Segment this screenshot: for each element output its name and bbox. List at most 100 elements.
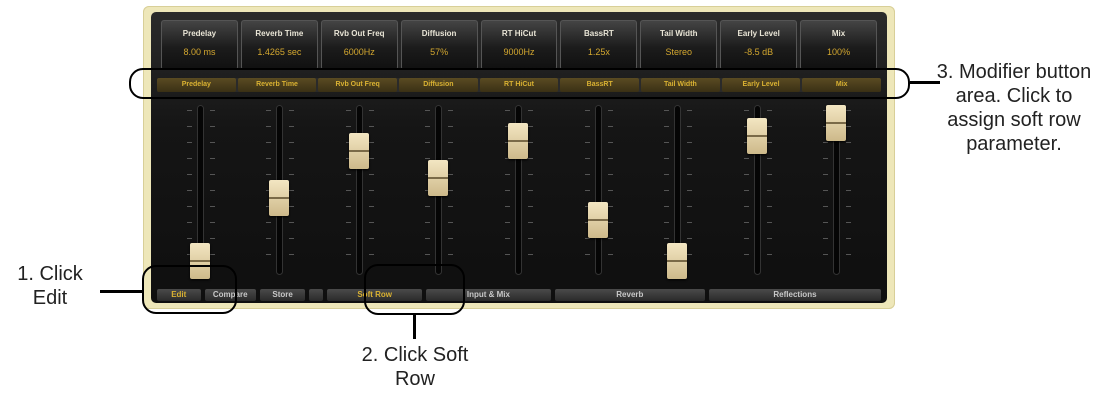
fader-tick (505, 190, 510, 191)
fader-tick (505, 110, 510, 111)
fader-tick (607, 158, 613, 159)
fader-tick (368, 158, 374, 159)
fader-tick (846, 126, 852, 127)
fader-tick (528, 110, 533, 111)
fader-tick (528, 142, 533, 143)
fader-tick (289, 174, 295, 175)
annotation-modifier-area: 3. Modifier button area. Click to assign… (936, 61, 1092, 155)
fader-tick (664, 206, 670, 207)
fader-knob[interactable] (508, 122, 528, 159)
fader-tick (368, 206, 374, 207)
fader-tick (687, 206, 693, 207)
fader-tick (664, 190, 670, 191)
param-predelay: Predelay 8.00 ms (161, 20, 238, 70)
fader-tick (766, 110, 772, 111)
fader-tick (607, 206, 613, 207)
fader-tick (289, 238, 295, 239)
fader-tick (846, 254, 852, 255)
fader-tick (425, 126, 431, 127)
fader-tick (186, 158, 192, 159)
fader-tick (505, 174, 510, 175)
fader-knob[interactable] (428, 160, 449, 196)
fader-tick (687, 142, 693, 143)
reverb-plugin-panel: Predelay 8.00 ms Reverb Time 1.4265 sec … (143, 6, 895, 309)
reflections-button[interactable]: Reflections (708, 289, 881, 301)
fader-tick (289, 254, 295, 255)
fader-tick (823, 254, 829, 255)
fader-tick (846, 174, 852, 175)
fader-tick (425, 206, 431, 207)
fader-3 (340, 100, 380, 286)
fader-tick (528, 222, 533, 223)
fader-tick (584, 174, 590, 175)
fader-tick (266, 174, 272, 175)
fader-tick (607, 142, 613, 143)
fader-tick (266, 222, 272, 223)
fader-tick (345, 110, 351, 111)
fader-tick (584, 238, 590, 239)
fader-knob[interactable] (348, 133, 369, 169)
param-name: BassRT (584, 29, 614, 38)
fader-tick (607, 190, 613, 191)
store-button[interactable]: Store (259, 289, 306, 301)
fader-tick (743, 158, 749, 159)
fader-tick (209, 126, 215, 127)
param-value: 1.4265 sec (257, 47, 302, 57)
fader-tick (448, 222, 454, 223)
fader-knob[interactable] (587, 202, 608, 238)
fader-tick (266, 238, 272, 239)
fader-knob[interactable] (826, 104, 847, 141)
fader-tick (766, 206, 772, 207)
fader-knob[interactable] (667, 242, 688, 279)
fader-tick (846, 190, 852, 191)
fader-knob[interactable] (269, 179, 290, 216)
fader-tick (766, 126, 772, 127)
parameter-display-row: Predelay 8.00 ms Reverb Time 1.4265 sec … (161, 20, 878, 70)
param-early-level: Early Level -8.5 dB (720, 20, 798, 70)
fader-tick (528, 174, 533, 175)
param-rvb-out-freq: Rvb Out Freq 6000Hz (320, 20, 398, 70)
fader-5 (499, 100, 539, 286)
fader-tick (289, 110, 295, 111)
fader-tick (766, 222, 772, 223)
fader-tick (664, 126, 670, 127)
fader-tick (448, 254, 454, 255)
fader-tick (289, 190, 295, 191)
param-mix: Mix 100% (800, 20, 878, 70)
fader-tick (823, 142, 829, 143)
fader-tick (209, 190, 215, 191)
modifier-area-callout (129, 68, 910, 99)
soft-row-callout (364, 264, 465, 315)
fader-tick (823, 222, 829, 223)
fader-tick (209, 110, 215, 111)
fader-track (356, 106, 362, 274)
fader-knob[interactable] (746, 118, 767, 154)
fader-tick (664, 238, 670, 239)
fader-tick (425, 142, 431, 143)
fader-tick (607, 126, 613, 127)
fader-tick (687, 126, 693, 127)
reverb-button[interactable]: Reverb (554, 289, 705, 301)
fader-tick (823, 190, 829, 191)
fader-tick (209, 206, 215, 207)
fader-tick (607, 238, 613, 239)
fader-tick (528, 206, 533, 207)
fader-tick (846, 238, 852, 239)
fader-tick (687, 254, 693, 255)
fader-tick (266, 126, 272, 127)
fader-tick (664, 110, 670, 111)
edit-callout (142, 265, 237, 314)
fader-tick (448, 142, 454, 143)
fader-1 (181, 100, 221, 286)
fader-tick (209, 222, 215, 223)
fader-tick (846, 222, 852, 223)
annotation-click-soft-row: 2. Click Soft Row (361, 344, 469, 390)
fader-tick (186, 238, 192, 239)
fader-tick (584, 110, 590, 111)
fader-tick (186, 206, 192, 207)
bottom-bar: Edit Compare Store Soft Row Input & Mix … (157, 289, 881, 301)
fader-tick (664, 222, 670, 223)
fader-tick (209, 254, 215, 255)
fader-tick (186, 174, 192, 175)
fader-tick (289, 158, 295, 159)
